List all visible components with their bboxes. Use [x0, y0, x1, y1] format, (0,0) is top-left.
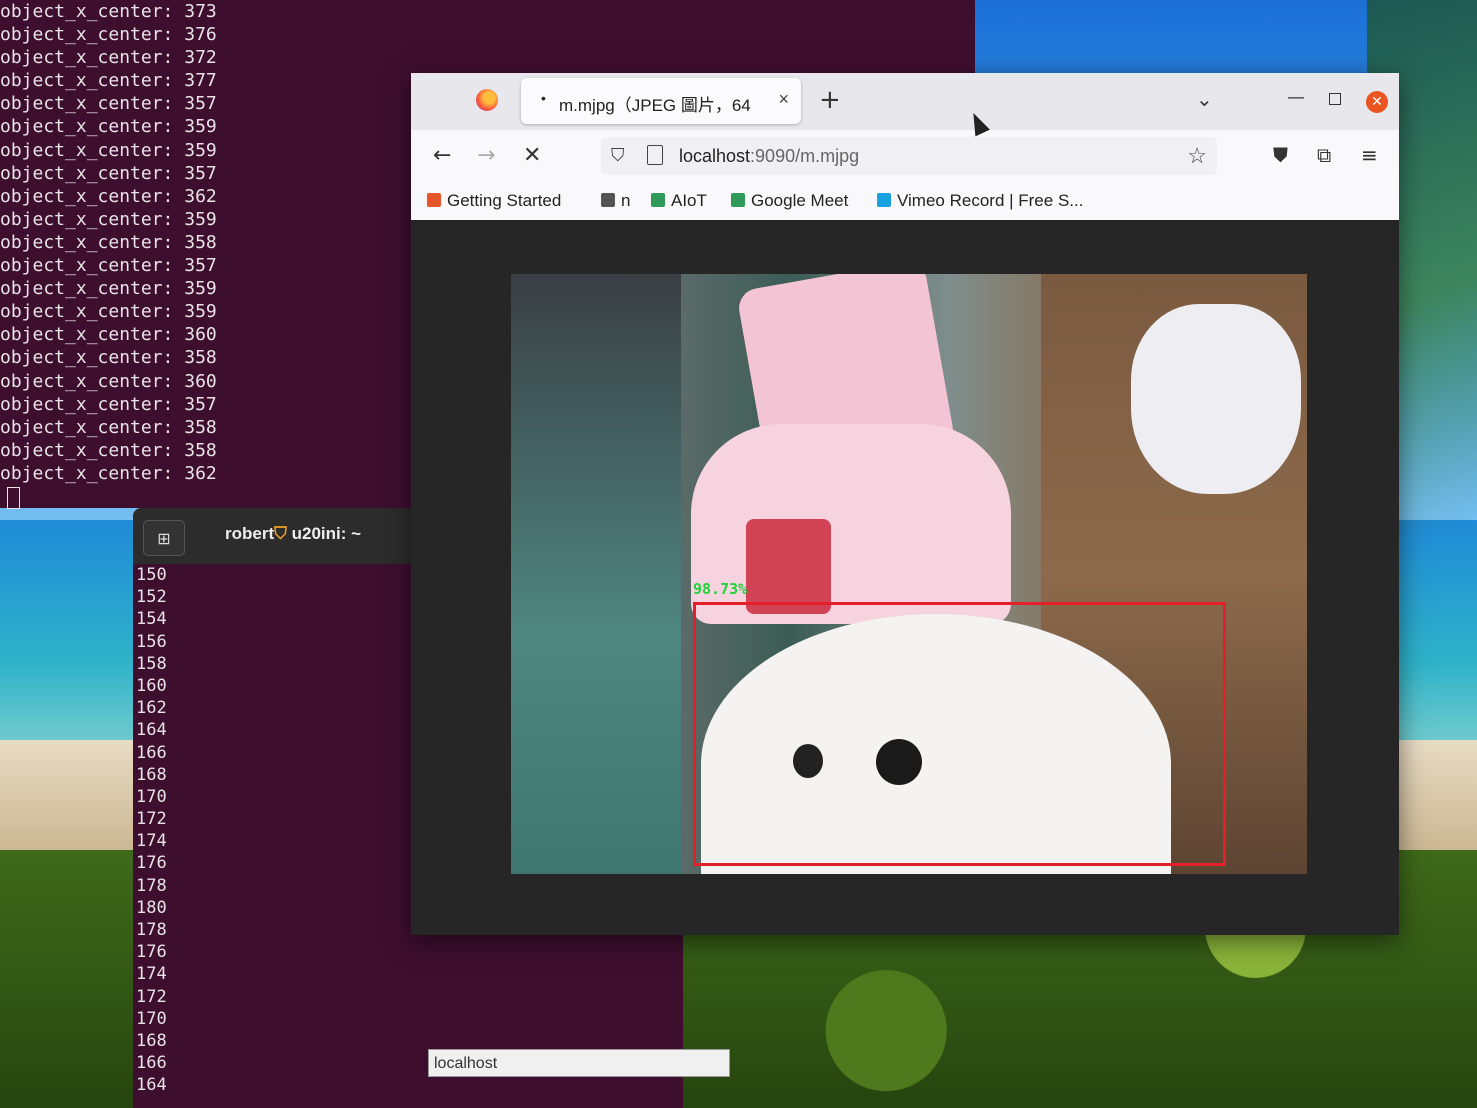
pocket-icon[interactable]: ⛊	[1273, 143, 1288, 167]
terminal-line: 172	[136, 986, 167, 1007]
terminal-output: object_x_center: 373 object_x_center: 376…	[0, 0, 217, 509]
terminal-line: object_x_center: 359	[0, 139, 217, 161]
terminal-line: 156	[136, 631, 167, 652]
page-content: 98.73% localhost	[411, 220, 1399, 1077]
terminal-line: 172	[136, 809, 167, 830]
bookmark-item[interactable]: Getting Started	[427, 191, 561, 211]
terminal-line: object_x_center: 373	[0, 1, 217, 22]
maximize-button[interactable]	[1329, 93, 1341, 105]
chevron-down-icon[interactable]: ⌄	[1196, 87, 1213, 111]
bookmark-item[interactable]: AIoT	[651, 191, 707, 211]
terminal-line: object_x_center: 362	[0, 185, 217, 207]
terminal-line: 168	[136, 764, 167, 785]
terminal-line: 160	[136, 675, 167, 696]
bookmark-label: Google Meet	[751, 191, 849, 210]
close-tab-icon[interactable]: ×	[778, 89, 789, 110]
close-window-button[interactable]: ✕	[1366, 91, 1388, 113]
terminal-output-bottom: 150 152 154 156 158 160 162 164 166 168 170 172 174 1…	[133, 564, 423, 1108]
terminal-line: object_x_center: 376	[0, 24, 217, 46]
terminal-line: object_x_center: 357	[0, 393, 217, 415]
terminal-line: 176	[136, 853, 167, 874]
extensions-icon[interactable]: ⧉	[1317, 143, 1331, 167]
bookmark-label: Vimeo Record | Free S...	[897, 191, 1084, 210]
tab-title: m.mjpg（JPEG 圖片，64	[559, 96, 751, 115]
loading-dot-icon: •	[541, 90, 546, 106]
terminal-line: object_x_center: 359	[0, 116, 217, 138]
terminal-line: object_x_center: 359	[0, 278, 217, 300]
mjpeg-video-frame: 98.73%	[511, 274, 1307, 874]
terminal-line: 162	[136, 698, 167, 719]
terminal-line: 174	[136, 831, 167, 852]
terminal-line: 178	[136, 875, 167, 896]
terminal-line: 170	[136, 786, 167, 807]
bookmarks-toolbar: Getting Started n AIoT Google Meet Vimeo Rec…	[411, 182, 1399, 221]
terminal-line: object_x_center: 357	[0, 93, 217, 115]
page-info-icon[interactable]	[647, 145, 663, 165]
status-bar: localhost	[428, 1049, 730, 1077]
shield-icon: ⛉	[274, 524, 287, 543]
url-bar[interactable]: ⛉ localhost:9090/m.mjpg ☆	[601, 137, 1217, 175]
terminal-line: object_x_center: 362	[0, 462, 217, 484]
new-tab-button[interactable]: +	[819, 85, 841, 115]
bookmark-label: AIoT	[671, 191, 707, 210]
minimize-button[interactable]: —	[1287, 87, 1305, 108]
bookmark-star-icon[interactable]: ☆	[1187, 143, 1207, 169]
bookmark-item[interactable]: Google Meet	[731, 191, 848, 211]
tracking-protection-icon[interactable]: ⛉	[611, 145, 625, 166]
terminal-line: object_x_center: 358	[0, 231, 217, 253]
terminal-line: 164	[136, 720, 167, 741]
back-button[interactable]: ←	[433, 143, 451, 168]
terminal-line: 158	[136, 653, 167, 674]
detection-confidence-label: 98.73%	[693, 580, 748, 598]
vimeo-icon	[877, 193, 891, 207]
meet-icon	[731, 193, 745, 207]
new-tab-icon[interactable]: ⊞	[143, 520, 185, 556]
terminal-line: object_x_center: 359	[0, 301, 217, 323]
bookmark-item[interactable]: n	[601, 191, 630, 211]
terminal-line: 168	[136, 1030, 167, 1051]
terminal-line: object_x_center: 357	[0, 162, 217, 184]
folder-icon	[601, 193, 615, 207]
firefox-window[interactable]: • m.mjpg（JPEG 圖片，64 × + ⌄ — ✕ ← → ✕ ⛉ lo…	[411, 73, 1399, 1077]
nav-bar: ← → ✕ ⛉ localhost:9090/m.mjpg ☆ ⛊ ⧉ ≡	[411, 130, 1399, 182]
forward-button[interactable]: →	[477, 143, 495, 168]
terminal-line: 166	[136, 1053, 167, 1074]
terminal-line: object_x_center: 358	[0, 416, 217, 438]
tab-bar: • m.mjpg（JPEG 圖片，64 × + ⌄ — ✕	[411, 73, 1399, 130]
bookmark-item[interactable]: Vimeo Record | Free S...	[877, 191, 1083, 211]
terminal-line: 164	[136, 1075, 167, 1096]
terminal-line: object_x_center: 357	[0, 255, 217, 277]
terminal-line: 170	[136, 1008, 167, 1029]
stop-loading-button[interactable]: ✕	[523, 143, 541, 168]
terminal-line: 152	[136, 587, 167, 608]
terminal-line: 180	[136, 897, 167, 918]
terminal-line: object_x_center: 360	[0, 370, 217, 392]
bookmark-label: Getting Started	[447, 191, 562, 210]
terminal-line: 178	[136, 920, 167, 940]
detection-bounding-box	[693, 602, 1226, 866]
terminal-line: 150	[136, 565, 167, 585]
firefox-icon	[427, 193, 441, 207]
terminal-line: object_x_center: 360	[0, 324, 217, 346]
terminal-line: 166	[136, 742, 167, 763]
menu-icon[interactable]: ≡	[1361, 143, 1378, 167]
terminal-line: object_x_center: 359	[0, 208, 217, 230]
url-text: localhost:9090/m.mjpg	[679, 146, 860, 166]
tab-mjpg[interactable]: • m.mjpg（JPEG 圖片，64 ×	[521, 78, 801, 124]
terminal-title: robert⛉ u20ini: ~	[225, 524, 362, 543]
terminal-line: 154	[136, 609, 167, 630]
terminal-line: object_x_center: 358	[0, 347, 217, 369]
terminal-line: 174	[136, 964, 167, 985]
terminal-line: object_x_center: 377	[0, 70, 217, 92]
terminal-line: 176	[136, 942, 167, 963]
terminal-line: object_x_center: 372	[0, 47, 217, 69]
meet-icon	[651, 193, 665, 207]
terminal-window-bottom-header[interactable]: ⊞ robert⛉ u20ini: ~	[133, 508, 423, 564]
firefox-logo-icon	[476, 89, 498, 111]
bookmark-label: n	[621, 191, 631, 210]
terminal-cursor	[7, 486, 20, 509]
terminal-line: object_x_center: 358	[0, 439, 217, 461]
